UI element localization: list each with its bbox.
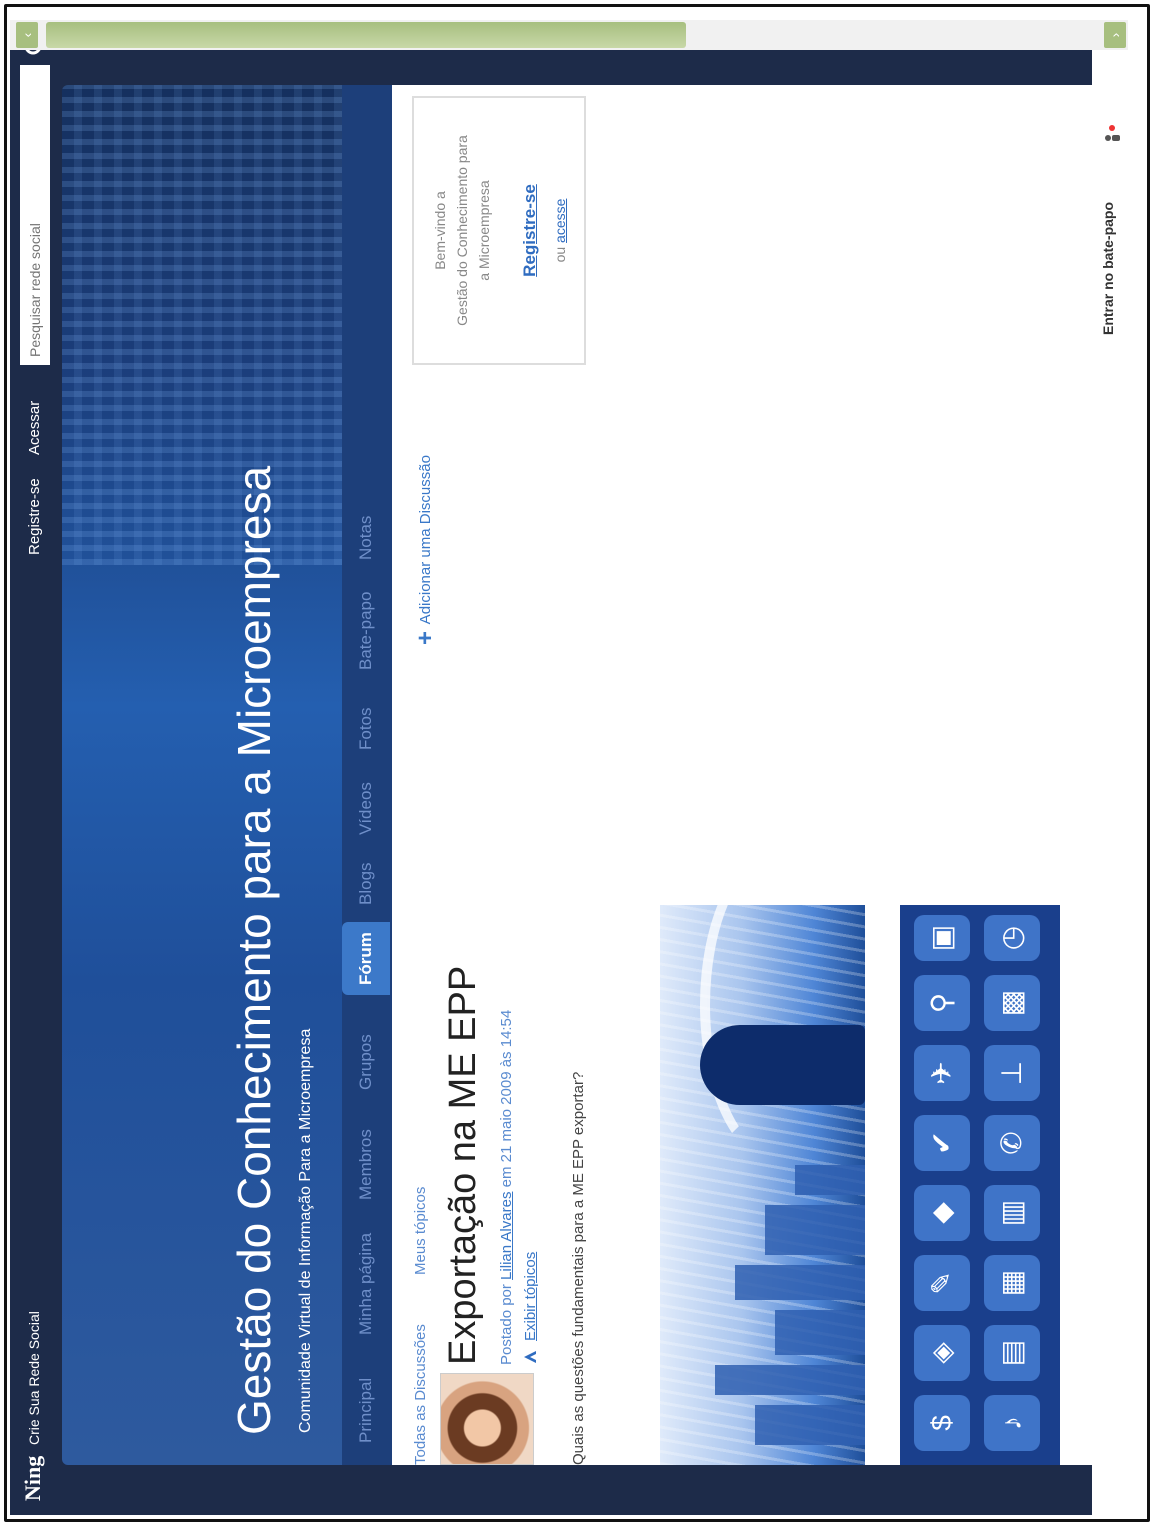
- tile-icon[interactable]: ▩: [984, 975, 1040, 1031]
- nav-grupos[interactable]: Grupos: [356, 1034, 376, 1090]
- ning-logo[interactable]: Ning: [20, 1456, 46, 1501]
- or-label: ou: [552, 246, 568, 263]
- nav-principal[interactable]: Principal: [356, 1378, 376, 1443]
- search-input[interactable]: [20, 65, 50, 365]
- tab-my-topics[interactable]: Meus tópicos: [412, 1187, 429, 1275]
- site-header: Gestão do Conhecimento para a Microempre…: [62, 85, 342, 1465]
- export-illustration: [660, 905, 865, 1465]
- site-subtitle: Comunidade Virtual de Informação Para a …: [297, 1028, 314, 1433]
- site-title[interactable]: Gestão do Conhecimento para a Microempre…: [227, 466, 281, 1435]
- chat-icon: [1105, 125, 1120, 141]
- tile-icon[interactable]: ⊥: [984, 1045, 1040, 1101]
- tile-icon[interactable]: ◷: [984, 915, 1040, 961]
- tile-icon[interactable]: ⚲: [914, 975, 970, 1031]
- rotated-page: Ning Crie Sua Rede Social Registre-se Ac…: [10, 20, 1148, 1515]
- welcome-login-link[interactable]: acesse: [552, 199, 568, 243]
- nav-membros[interactable]: Membros: [356, 1129, 376, 1200]
- tile-icon[interactable]: ♪: [984, 1395, 1040, 1451]
- tile-icon[interactable]: ▥: [984, 1185, 1040, 1241]
- tab-all-discussions[interactable]: Todas as Discussões: [412, 1324, 429, 1465]
- post-date: em 21 maio 2009 às 14:54: [498, 1009, 515, 1188]
- building: [715, 1365, 865, 1395]
- building: [735, 1265, 865, 1300]
- welcome-register-link[interactable]: Registre-se: [520, 98, 540, 363]
- scroll-right-button[interactable]: ›: [1104, 22, 1126, 48]
- post-meta: Postado por Lilian Alvares em 21 maio 20…: [498, 1010, 515, 1365]
- nav-minha-pagina[interactable]: Minha página: [356, 1233, 376, 1335]
- screenshot-frame: Ning Crie Sua Rede Social Registre-se Ac…: [0, 0, 1152, 1523]
- post-title: Exportação na ME EPP: [442, 965, 484, 1365]
- top-bar: Ning Crie Sua Rede Social Registre-se Ac…: [10, 20, 62, 1515]
- nav-bate-papo[interactable]: Bate-papo: [356, 592, 376, 670]
- tile-icon[interactable]: ▣: [914, 915, 970, 961]
- welcome-line: Gestão do Conhecimento para: [454, 135, 470, 326]
- building: [765, 1205, 865, 1255]
- scrollbar-thumb[interactable]: [46, 22, 686, 48]
- welcome-box: Bem-vindo a Gestão do Conhecimento para …: [412, 96, 586, 365]
- tile-icon[interactable]: ✈: [914, 1045, 970, 1101]
- tile-icon[interactable]: ◈: [914, 1325, 970, 1381]
- author-avatar[interactable]: [440, 1373, 534, 1465]
- tile-icon[interactable]: ▤: [984, 1325, 1040, 1381]
- tile-icon[interactable]: ✆: [984, 1115, 1040, 1171]
- post-body: Quais as questões fundamentais para a ME…: [570, 1071, 587, 1465]
- chat-link[interactable]: Entrar no bate-papo: [1100, 202, 1116, 335]
- tile-icon[interactable]: ▦: [984, 1255, 1040, 1311]
- nav-forum[interactable]: Fórum: [342, 922, 390, 995]
- view-topics-link[interactable]: Exibir tópicos: [522, 1252, 539, 1341]
- create-network-link[interactable]: Crie Sua Rede Social: [26, 1311, 42, 1445]
- tile-icon[interactable]: ✔: [914, 1115, 970, 1171]
- service-icon-grid: $ ◈ ✎ ◆ ✔ ✈ ⚲ ▣ ♪ ▤ ▦ ▥ ✆ ⊥ ▩ ◷: [900, 905, 1060, 1465]
- tile-icon[interactable]: ✎: [914, 1255, 970, 1311]
- nav-notas[interactable]: Notas: [356, 516, 376, 560]
- building: [795, 1165, 865, 1195]
- main-navigation: Principal Minha página Membros Grupos Fó…: [342, 85, 392, 1465]
- nav-videos[interactable]: Vídeos: [356, 782, 376, 835]
- building: [755, 1405, 865, 1445]
- welcome-line: a Microempresa: [476, 180, 492, 281]
- topics-icon: [524, 1351, 536, 1363]
- login-link[interactable]: Acessar: [26, 401, 43, 455]
- header-decoration: [62, 85, 342, 565]
- tile-icon[interactable]: $: [914, 1395, 970, 1451]
- add-discussion-link[interactable]: + Adicionar uma Discussão: [412, 455, 440, 645]
- posted-by-label: Postado por: [498, 1284, 515, 1365]
- welcome-login-line: ou acesse: [552, 98, 568, 363]
- author-link[interactable]: Lilian Alvares: [498, 1192, 515, 1280]
- nav-blogs[interactable]: Blogs: [356, 862, 376, 905]
- scroll-left-button[interactable]: ‹: [16, 22, 38, 48]
- plus-icon: +: [412, 624, 439, 645]
- welcome-line: Bem-vindo a: [432, 191, 448, 270]
- illustration-person: [700, 1025, 865, 1105]
- tile-icon[interactable]: ◆: [914, 1185, 970, 1241]
- building: [775, 1310, 865, 1355]
- register-link[interactable]: Registre-se: [26, 478, 43, 555]
- nav-fotos[interactable]: Fotos: [356, 707, 376, 750]
- add-discussion-label: Adicionar uma Discussão: [416, 455, 434, 625]
